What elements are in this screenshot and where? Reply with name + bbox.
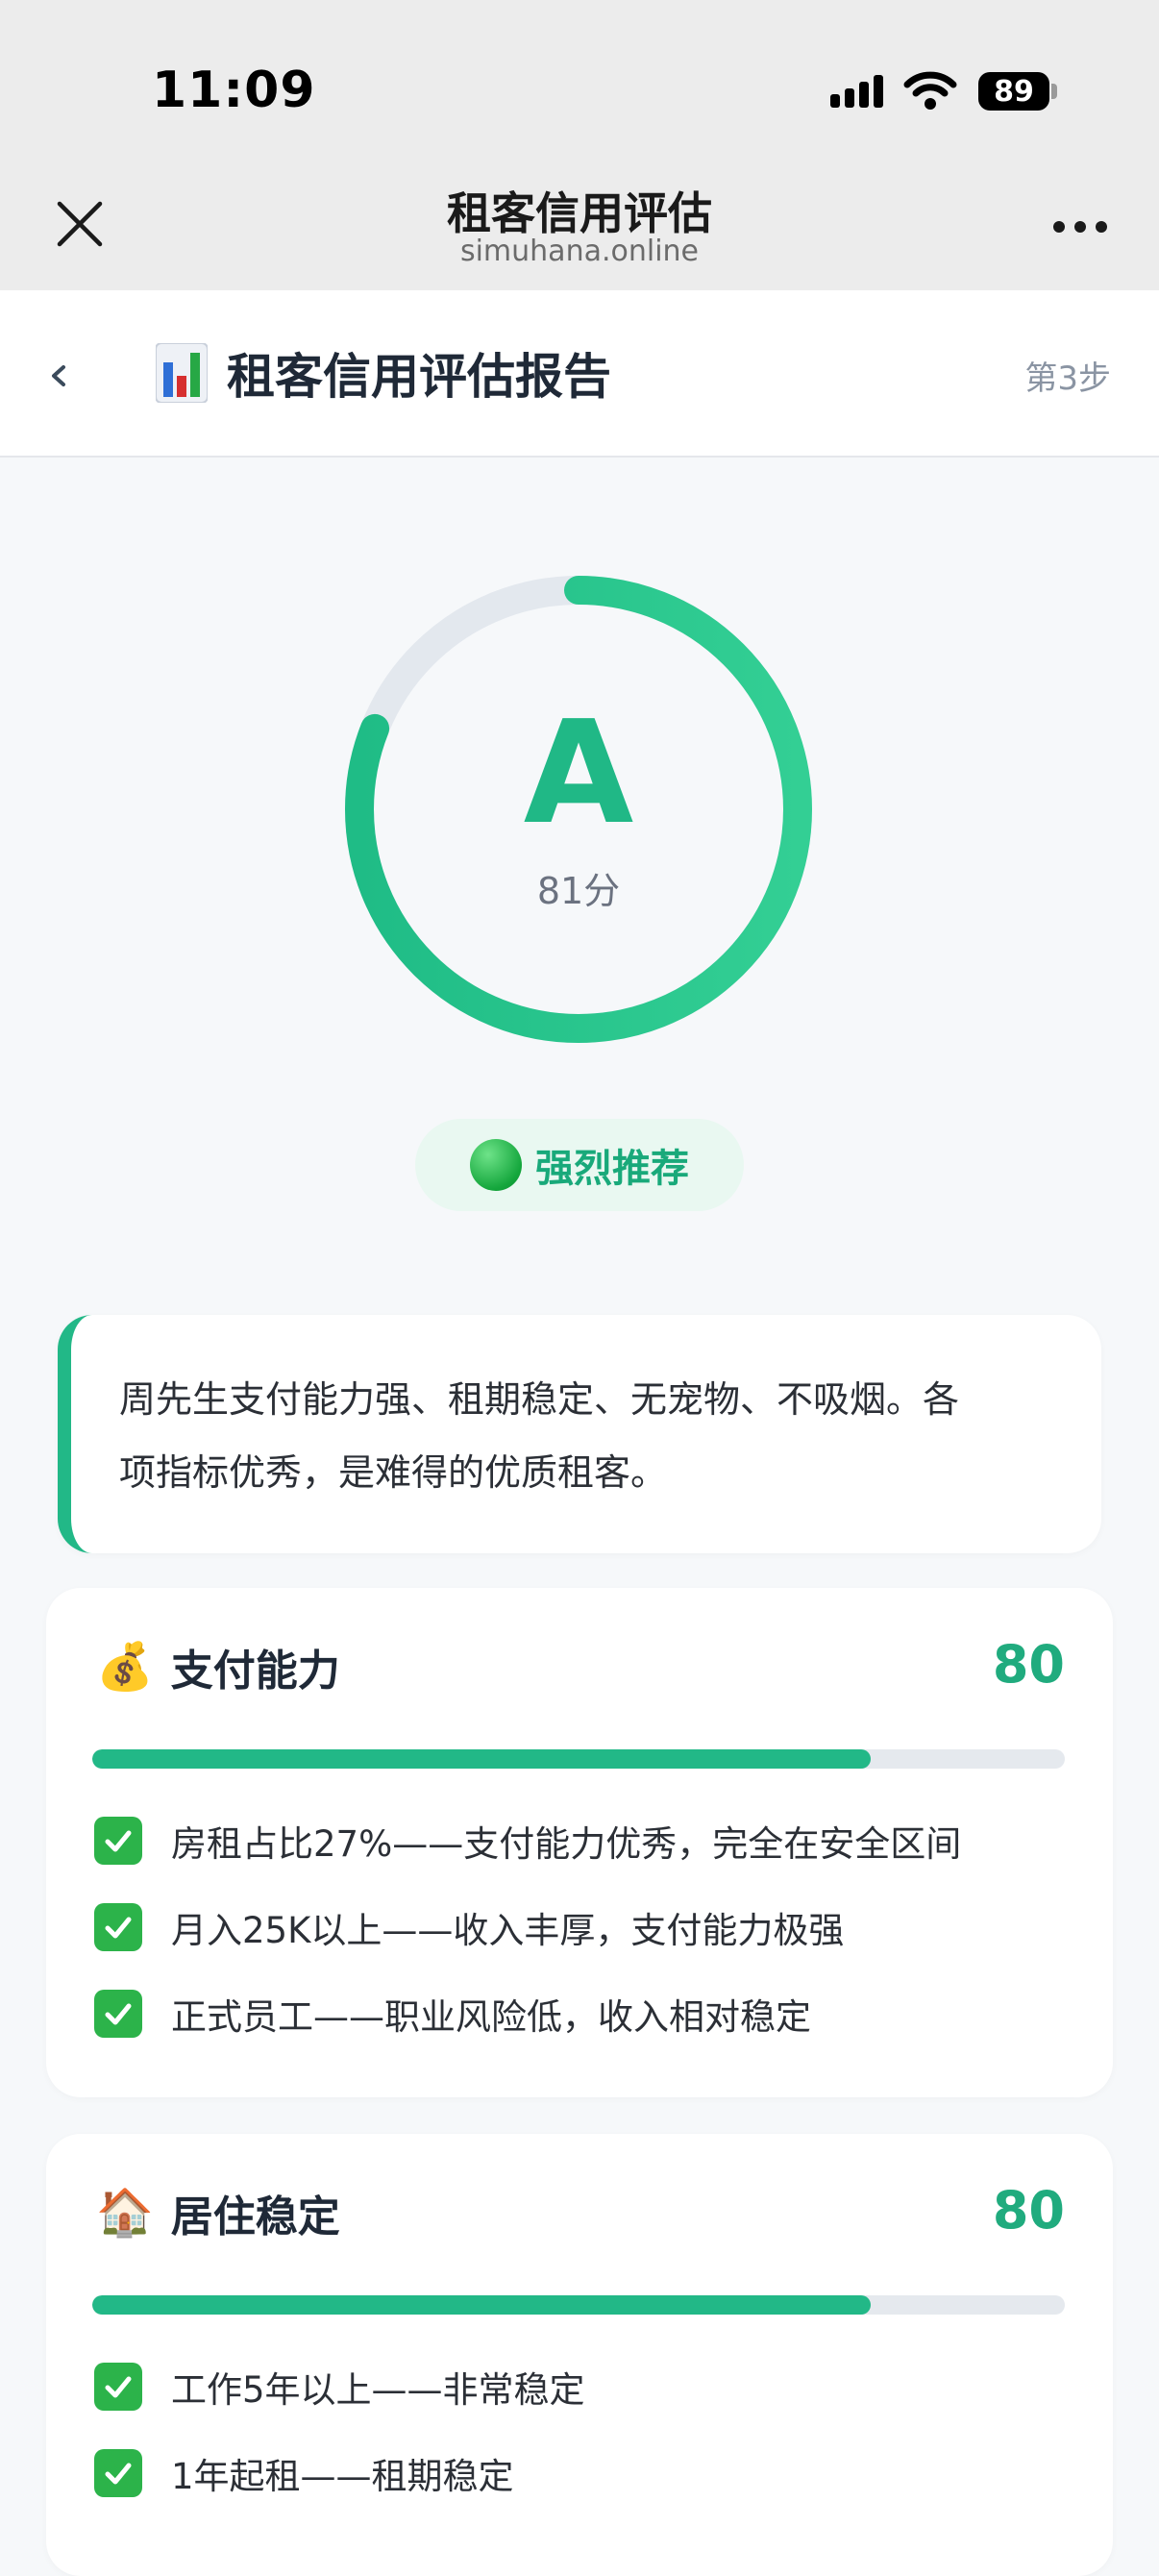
- metric-score: 80: [992, 1634, 1065, 1695]
- wifi-icon: [903, 71, 957, 110]
- cellular-signal-icon: [830, 75, 883, 108]
- list-item: 工作5年以上——非常稳定: [94, 2343, 1074, 2430]
- page-title: 租客信用评估报告: [227, 349, 611, 405]
- grade-letter: A: [523, 690, 634, 855]
- metric-name: 支付能力: [170, 1647, 340, 1696]
- window-title: 租客信用评估: [447, 187, 712, 239]
- money-bag-icon: 💰: [96, 1640, 154, 1694]
- list-item: 1年起租——租期稳定: [94, 2430, 1074, 2516]
- metric-card-payment: 💰 支付能力 80 房租占比27%——支付能力优秀，完全在安全区间 月入25K以…: [46, 1588, 1113, 2097]
- browser-chrome: 11:09 89 租客信用评估 simuhana.online: [0, 0, 1159, 290]
- page-header: 租客信用评估报告 第3步: [0, 290, 1159, 458]
- more-icon[interactable]: [1051, 219, 1109, 235]
- list-item: 房租占比27%——支付能力优秀，完全在安全区间: [94, 1797, 1074, 1884]
- metric-item-list: 房租占比27%——支付能力优秀，完全在安全区间 月入25K以上——收入丰厚，支付…: [94, 1797, 1074, 2057]
- summary-card: 周先生支付能力强、租期稳定、无宠物、不吸烟。各 项指标优秀，是难得的优质租客。: [58, 1315, 1101, 1553]
- list-item: 月入25K以上——收入丰厚，支付能力极强: [94, 1884, 1074, 1970]
- list-item: 正式员工——职业风险低，收入相对稳定: [94, 1970, 1074, 2057]
- bar-chart-icon: [156, 343, 208, 403]
- back-icon[interactable]: [44, 352, 73, 400]
- metric-item-text: 房租占比27%——支付能力优秀，完全在安全区间: [171, 1823, 962, 1865]
- metric-item-text: 1年起租——租期稳定: [171, 2456, 514, 2497]
- check-icon: [94, 1817, 142, 1865]
- battery-icon: 89: [978, 72, 1049, 111]
- recommendation-badge: 强烈推荐: [415, 1119, 744, 1211]
- check-icon: [94, 2449, 142, 2497]
- metric-progress-track: [92, 1749, 1065, 1769]
- metric-item-text: 工作5年以上——非常稳定: [171, 2369, 585, 2411]
- step-indicator: 第3步: [1024, 359, 1111, 398]
- check-icon: [94, 1990, 142, 2038]
- battery-level: 89: [994, 74, 1034, 109]
- metric-progress-fill: [92, 2295, 871, 2315]
- grade-score: 81分: [536, 870, 621, 912]
- metric-name: 居住稳定: [170, 2192, 340, 2242]
- metric-item-text: 正式员工——职业风险低，收入相对稳定: [171, 1996, 811, 2038]
- metric-item-text: 月入25K以上——收入丰厚，支付能力极强: [171, 1910, 845, 1951]
- status-time: 11:09: [152, 62, 316, 119]
- battery-tip: [1051, 84, 1057, 99]
- check-icon: [94, 2363, 142, 2411]
- metric-progress-track: [92, 2295, 1065, 2315]
- summary-line: 项指标优秀，是难得的优质租客。: [119, 1451, 668, 1494]
- check-icon: [94, 1903, 142, 1951]
- summary-line: 周先生支付能力强、租期稳定、无宠物、不吸烟。各: [119, 1378, 960, 1421]
- metric-progress-fill: [92, 1749, 871, 1769]
- metric-item-list: 工作5年以上——非常稳定 1年起租——租期稳定: [94, 2343, 1074, 2516]
- metric-score: 80: [992, 2180, 1065, 2241]
- metric-card-stability: 🏠 居住稳定 80 工作5年以上——非常稳定 1年起租——租期稳定: [46, 2134, 1113, 2576]
- house-icon: 🏠: [96, 2186, 154, 2240]
- window-url: simuhana.online: [459, 235, 700, 268]
- recommendation-label: 强烈推荐: [535, 1147, 689, 1191]
- green-circle-icon: [470, 1139, 522, 1191]
